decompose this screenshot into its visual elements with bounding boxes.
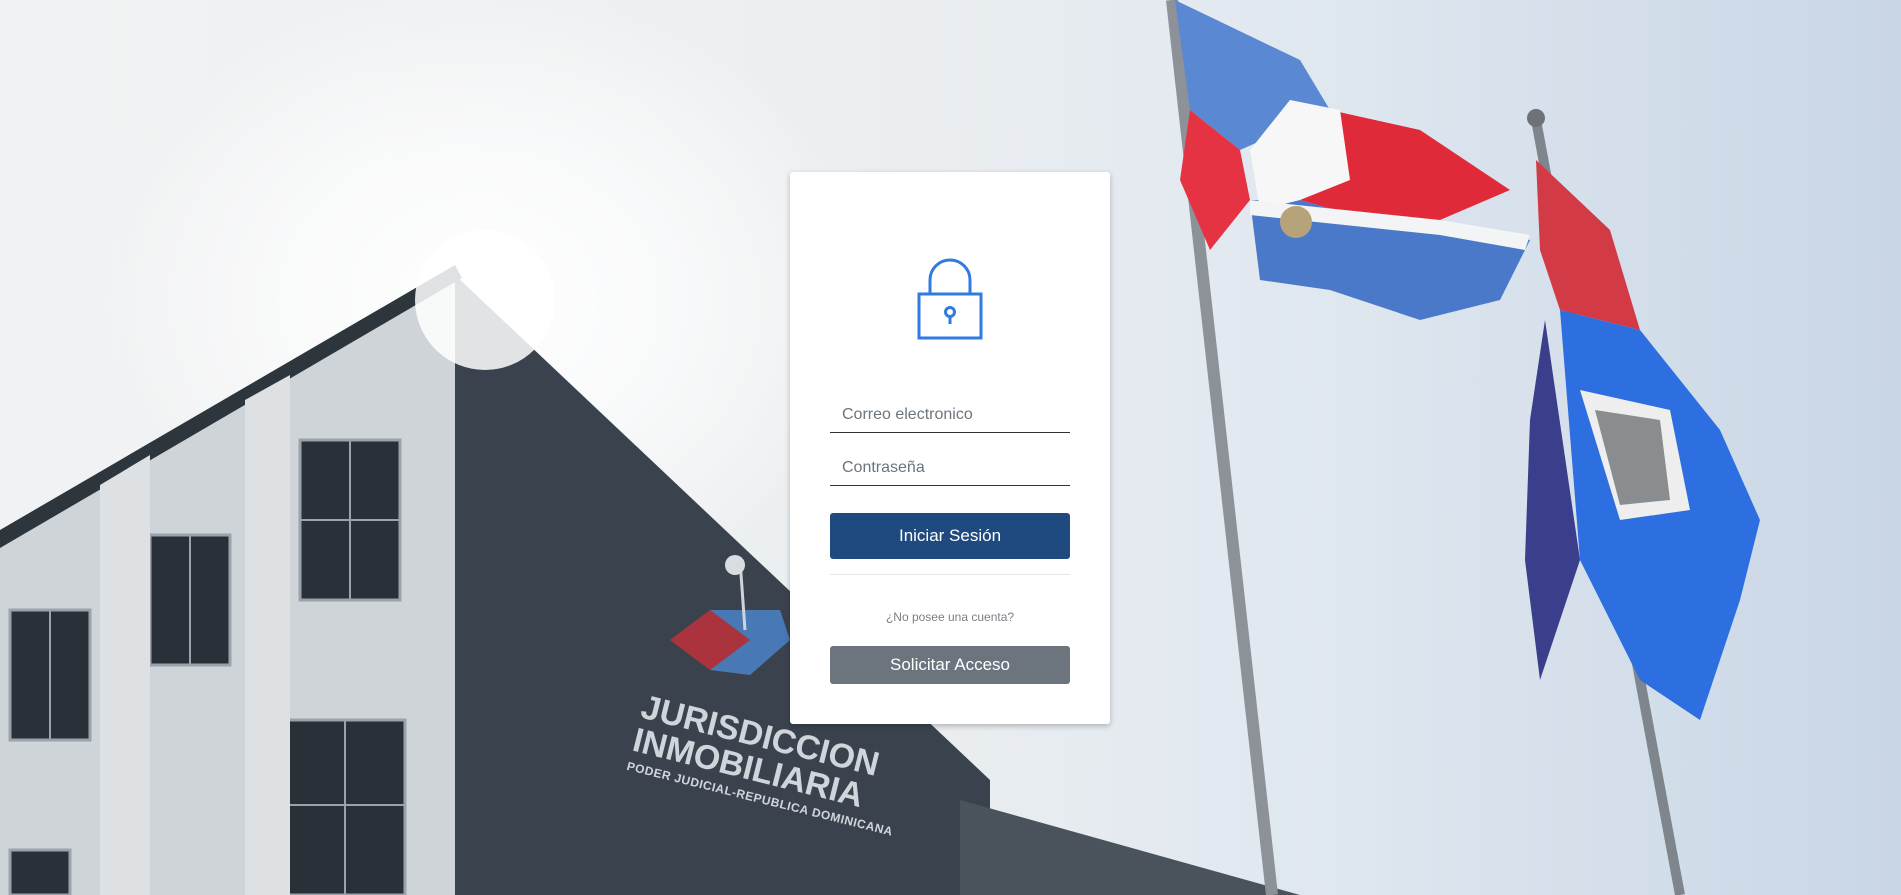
request-access-button[interactable]: Solicitar Acceso bbox=[830, 646, 1070, 684]
email-field[interactable] bbox=[830, 397, 1070, 433]
sun-glare bbox=[415, 230, 555, 370]
building-annex bbox=[960, 800, 1300, 895]
no-account-text: ¿No posee una cuenta? bbox=[885, 610, 1015, 624]
login-page: JURISDICCION INMOBILIARIA PODER JUDICIAL… bbox=[0, 0, 1901, 895]
flag-left bbox=[1175, 0, 1530, 320]
login-button[interactable]: Iniciar Sesión bbox=[830, 513, 1070, 559]
flag-right bbox=[1525, 160, 1760, 720]
divider bbox=[830, 574, 1070, 575]
lock-icon bbox=[917, 258, 983, 340]
password-field[interactable] bbox=[830, 450, 1070, 486]
login-card: Iniciar Sesión ¿No posee una cuenta? Sol… bbox=[790, 172, 1110, 724]
